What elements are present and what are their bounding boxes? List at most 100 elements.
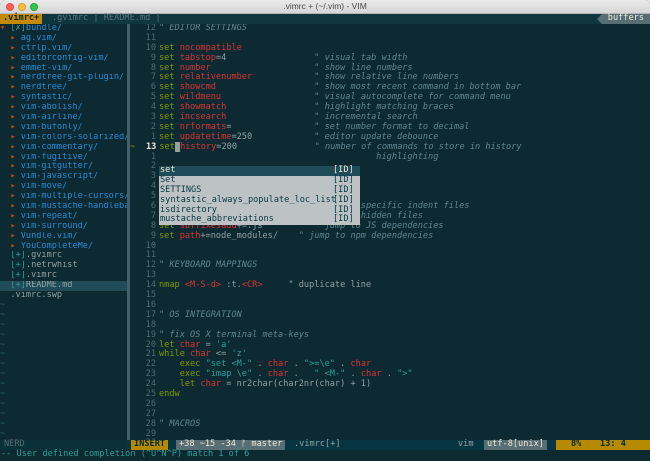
chevron-right-icon[interactable]: ▸: [10, 202, 20, 211]
chevron-right-icon[interactable]: ▸: [10, 54, 20, 63]
chevron-right-icon[interactable]: ▸: [10, 34, 20, 43]
tree-file[interactable]: [+]README.md: [0, 281, 127, 292]
code-line[interactable]: 28 " MACROS: [130, 419, 650, 430]
tree-folder[interactable]: ▸ vim-javascript/: [0, 172, 127, 182]
tilde-marker: ~: [0, 350, 6, 360]
chevron-right-icon[interactable]: ▸: [10, 182, 20, 191]
code-line[interactable]: 12 " KEYBOARD MAPPINGS: [130, 260, 650, 271]
code-line[interactable]: 10: [130, 241, 650, 252]
completion-word: mustache_abbreviations: [160, 214, 274, 225]
chevron-right-icon[interactable]: ▸: [10, 73, 20, 82]
chevron-right-icon[interactable]: ▸: [10, 192, 20, 201]
code-line[interactable]: 1 highlighting: [130, 152, 650, 163]
chevron-right-icon[interactable]: ▸: [10, 113, 20, 122]
code-line[interactable]: 15: [130, 290, 650, 301]
code-token: " show relative line numbers: [314, 72, 460, 83]
tree-folder[interactable]: ▸ Vundle.vim/: [0, 232, 127, 242]
tree-file[interactable]: [+].netrwhist: [0, 261, 127, 271]
completion-popup[interactable]: set [ID] Set [ID] SETTINGS [ID] syntastic_alwa…: [159, 165, 360, 226]
tab-vimrc[interactable]: .vimrc+: [0, 13, 43, 24]
chevron-right-icon[interactable]: ▸: [10, 123, 20, 132]
chevron-right-icon[interactable]: ▸: [10, 93, 20, 102]
code-line[interactable]: 9 set path+=node_modules/ " jump to npm d…: [130, 231, 650, 242]
title-bar[interactable]: .vimrc + (~/.vim) - VIM: [0, 0, 650, 14]
code-line[interactable]: 29: [130, 429, 650, 440]
tree-folder[interactable]: ▸ vim-gitgutter/: [0, 162, 127, 172]
file-name-status: .vimrc[+]: [294, 439, 341, 449]
code-token: :t.: [221, 280, 242, 291]
code-line[interactable]: 25 endw: [130, 389, 650, 400]
chevron-right-icon[interactable]: ▸: [10, 83, 20, 92]
tree-folder[interactable]: ▸ vim-move/: [0, 182, 127, 192]
tilde-marker: ~: [0, 340, 6, 350]
chevron-right-icon[interactable]: ▸: [10, 162, 20, 171]
code-token: incsearch: [179, 112, 227, 123]
nerdtree-panel[interactable]: ▾ [✗]bundle/ ▸ ag.vim/ ▸ ctrlp.vim/ ▸ ed…: [0, 24, 127, 450]
tree-file[interactable]: .vimrc.swp: [0, 291, 127, 301]
completion-item[interactable]: mustache_abbreviations [ID]: [159, 215, 360, 225]
code-line[interactable]: 24 let char = nr2char(char2nr(char) + 1): [130, 379, 650, 390]
code-token: " EDITOR SETTINGS: [159, 24, 247, 33]
chevron-down-icon[interactable]: ▾: [0, 24, 10, 33]
code-line[interactable]: 17 " OS INTEGRATION: [130, 310, 650, 321]
tree-folder[interactable]: ▸ vim-multiple-cursors/: [0, 192, 127, 202]
code-line[interactable]: 26: [130, 399, 650, 410]
completion-word: SETTINGS: [160, 184, 202, 195]
editor-pane[interactable]: 12 " EDITOR SETTINGS 11 10 set nocompatible 9…: [130, 24, 650, 450]
code-token: .: [252, 359, 268, 370]
tree-folder[interactable]: ▸ nerdtree-git-plugin/: [0, 73, 127, 83]
tree-folder[interactable]: ▸ syntastic/: [0, 93, 127, 103]
chevron-right-icon[interactable]: ▸: [10, 242, 20, 251]
tree-item-label: vim-javascript/: [20, 172, 99, 182]
chevron-right-icon[interactable]: ▸: [10, 64, 20, 73]
tree-item-label: README.md: [25, 281, 73, 291]
chevron-right-icon[interactable]: ▸: [10, 153, 20, 162]
chevron-right-icon[interactable]: ▸: [10, 212, 20, 221]
chevron-right-icon[interactable]: ▸: [10, 232, 20, 241]
terminal-area[interactable]: .vimrc+ .gvimrc | README.md | buffers ▾ …: [0, 13, 650, 461]
tree-folder[interactable]: ▸ nerdtree/: [0, 83, 127, 93]
chevron-right-icon[interactable]: ▸: [10, 133, 20, 142]
tree-folder[interactable]: ▸ vim-commentary/: [0, 143, 127, 153]
command-line[interactable]: -- User defined completion (^U^N^P) matc…: [0, 449, 650, 461]
code-token: showmatch: [179, 102, 227, 113]
code-token: let: [159, 339, 180, 350]
tree-file[interactable]: [+].vimrc: [0, 271, 127, 281]
tree-item-label: Vundle.vim/: [20, 231, 78, 241]
tree-folder[interactable]: ▸ vim-surround/: [0, 222, 127, 232]
tab-inactive-buffers[interactable]: .gvimrc | README.md |: [52, 13, 161, 24]
completion-item[interactable]: set [ID]: [159, 165, 360, 176]
code-token: tabstop: [179, 52, 216, 63]
tree-folder[interactable]: ▸ vim-airline/: [0, 113, 127, 123]
tree-folder[interactable]: ▸ editorconfig-vim/: [0, 54, 127, 64]
code-line[interactable]: 12 " EDITOR SETTINGS: [130, 24, 650, 34]
code-line[interactable]: 14 nmap <M-S-d> :t.<CR> " duplicate line: [130, 280, 650, 291]
chevron-right-icon[interactable]: ▸: [10, 44, 20, 53]
chevron-right-icon[interactable]: ▸: [10, 172, 20, 181]
tree-folder[interactable]: ▸ ctrlp.vim/: [0, 44, 127, 54]
tree-folder[interactable]: ▸ vim-abolish/: [0, 103, 127, 113]
chevron-right-icon[interactable]: ▸: [10, 103, 20, 112]
tree-folder[interactable]: ▸ YouCompleteMe/: [0, 242, 127, 252]
chevron-right-icon[interactable]: ▸: [10, 222, 20, 231]
tree-folder[interactable]: ▾ [✗]bundle/: [0, 24, 127, 34]
code-line[interactable]: 27: [130, 409, 650, 420]
tree-folder[interactable]: ▸ ag.vim/: [0, 34, 127, 44]
code-token: exec: [179, 369, 206, 380]
tree-folder[interactable]: ▸ emmet-vim/: [0, 64, 127, 74]
tree-folder[interactable]: ▸ vim-repeat/: [0, 212, 127, 222]
tree-file[interactable]: [+].gvimrc: [0, 251, 127, 261]
tree-folder[interactable]: ▸ vim-fugitive/: [0, 153, 127, 163]
tree-item-label: .vimrc.swp: [10, 291, 63, 301]
chevron-right-icon[interactable]: ▸: [10, 143, 20, 152]
tree-folder[interactable]: ▸ vim-bufonly/: [0, 123, 127, 133]
code-token: " visual tab width: [314, 52, 408, 63]
tree-item-label: ctrlp.vim/: [20, 43, 73, 53]
tree-folder[interactable]: ▸ vim-mustache-handlebars/: [0, 202, 127, 212]
tree-folder[interactable]: ▸ vim-colors-solarized/: [0, 133, 127, 143]
code-token: "imap \e": [205, 369, 253, 380]
